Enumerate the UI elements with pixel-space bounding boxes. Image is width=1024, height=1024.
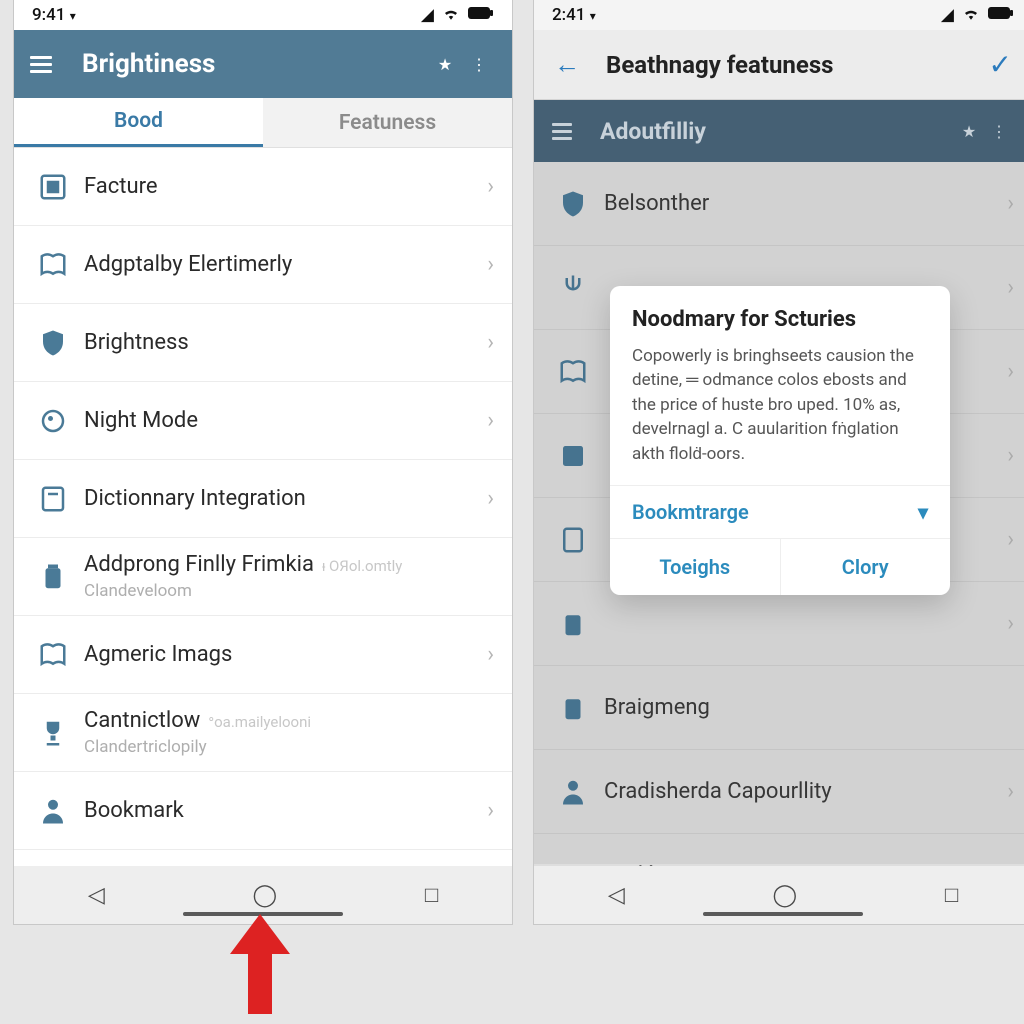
dialog-action-left[interactable]: Toeighs — [610, 539, 780, 595]
dialog-action-right[interactable]: Clory — [780, 539, 951, 595]
chevron-down-icon: ▾ — [918, 500, 928, 524]
list-item[interactable]: Brightness › — [14, 304, 512, 382]
annotation-arrow — [200, 914, 320, 1024]
dialog-body: Copowerly is bringhseets causion the det… — [610, 344, 950, 485]
star-icon[interactable]: ★ — [954, 122, 984, 141]
dialog-select[interactable]: Bookmtrarge ▾ — [610, 485, 950, 538]
dialog-actions: Toeighs Clory — [610, 538, 950, 595]
dict-icon — [32, 484, 74, 514]
app-bar: ← Beathnagy featuness ✓ — [534, 30, 1024, 100]
jar-icon — [32, 562, 74, 592]
list-item-sub: Clandeveloom — [84, 581, 494, 601]
chevron-right-icon: › — [487, 486, 494, 511]
list-item-sub: Clandertriclopily — [84, 737, 494, 757]
battery-icon — [468, 5, 494, 25]
app-bar: Brightiness ★ ⋮ — [14, 30, 512, 98]
dialog: Noodmary for Scturies Copowerly is bring… — [610, 286, 950, 595]
status-icons: ◢ — [421, 5, 494, 25]
list-item[interactable]: Cantnictlowᐤoa.mailyelooni Clandertriclo… — [14, 694, 512, 772]
book-icon — [32, 640, 74, 670]
list-item-label: Adgptalby Elertimerly — [84, 252, 292, 277]
chevron-right-icon: › — [487, 408, 494, 433]
chevron-right-icon: › — [487, 798, 494, 823]
list-item-label: Facture — [84, 174, 158, 199]
trophy-icon — [32, 718, 74, 748]
tab-bood[interactable]: Bood — [14, 98, 263, 147]
nav-back-icon[interactable]: ◁ — [88, 883, 105, 908]
dialog-title: Noodmary for Scturies — [610, 286, 950, 344]
moon-icon — [32, 406, 74, 436]
signal-icon: ◢ — [421, 5, 434, 25]
star-icon[interactable]: ★ — [428, 55, 462, 74]
list-item-label: Agmeric Imags — [84, 642, 232, 667]
list-item-label: Dictionnary Integration — [84, 486, 306, 511]
nav-recent-icon[interactable]: □ — [945, 882, 958, 908]
list-item-label: Brightness — [84, 330, 189, 355]
person-icon — [32, 796, 74, 826]
chevron-right-icon: › — [487, 174, 494, 199]
status-bar: 9:41 ▾ ◢ — [14, 0, 512, 30]
tab-featuness[interactable]: Featuness — [263, 98, 512, 147]
confirm-icon[interactable]: ✓ — [989, 48, 1012, 81]
list-item[interactable]: Adgptalby Elertimerly › — [14, 226, 512, 304]
list-item[interactable]: Night Mode › — [14, 382, 512, 460]
hamburger-icon[interactable] — [30, 52, 64, 77]
list-item[interactable]: Bookmark › — [14, 772, 512, 850]
app-title: Beathnagy featuness — [580, 51, 989, 79]
chevron-right-icon: › — [487, 252, 494, 277]
list-item[interactable]: Agmeric Imags › — [14, 616, 512, 694]
chevron-right-icon: › — [487, 642, 494, 667]
hamburger-icon[interactable] — [552, 119, 582, 144]
tab-bar: Bood Featuness — [14, 98, 512, 148]
wifi-icon — [962, 5, 980, 25]
signal-icon: ◢ — [941, 5, 954, 25]
book-icon — [32, 250, 74, 280]
back-icon[interactable]: ← — [554, 49, 580, 80]
shield-icon — [32, 328, 74, 358]
status-bar: 2:41 ▾ ◢ — [534, 0, 1024, 30]
nav-back-icon[interactable]: ◁ — [608, 883, 625, 908]
settings-list: Facture › Adgptalby Elertimerly › Bright… — [14, 148, 512, 850]
list-item-label: Addprong Finlly Frimkiaᵻ OЯol.omtly — [84, 552, 402, 577]
dialog-select-label: Bookmtrarge — [632, 500, 749, 524]
more-icon[interactable]: ⋮ — [462, 55, 496, 74]
status-time: 9:41 ▾ — [32, 5, 76, 25]
list-item[interactable]: Facture › — [14, 148, 512, 226]
secondary-app-bar: Adoutfilliy ★ ⋮ — [534, 100, 1024, 162]
chevron-right-icon: › — [487, 330, 494, 355]
nav-recent-icon[interactable]: □ — [425, 882, 438, 908]
battery-icon — [988, 5, 1014, 25]
status-icons: ◢ — [941, 5, 1014, 25]
nav-home-icon[interactable]: ◯ — [253, 883, 278, 908]
nav-pill — [703, 912, 863, 916]
status-time: 2:41 ▾ — [552, 5, 596, 25]
list-item-label: Cantnictlowᐤoa.mailyelooni — [84, 708, 311, 733]
wifi-icon — [442, 5, 460, 25]
grid-icon — [32, 172, 74, 202]
list-item[interactable]: Addprong Finlly Frimkiaᵻ OЯol.omtly Clan… — [14, 538, 512, 616]
phone-right: 2:41 ▾ ◢ ← Beathnagy featuness ✓ Adoutfi… — [534, 0, 1024, 924]
android-nav-bar: ◁ ◯ □ — [534, 866, 1024, 924]
secondary-title: Adoutfilliy — [582, 118, 954, 145]
list-item-label: Night Mode — [84, 408, 198, 433]
list-item-label: Bookmark — [84, 798, 184, 823]
list-item[interactable]: Dictionnary Integration › — [14, 460, 512, 538]
phone-left: 9:41 ▾ ◢ Brightiness ★ ⋮ Bood Featuness … — [14, 0, 512, 924]
app-title: Brightiness — [64, 49, 428, 79]
more-icon[interactable]: ⋮ — [984, 122, 1014, 141]
nav-home-icon[interactable]: ◯ — [773, 883, 798, 908]
